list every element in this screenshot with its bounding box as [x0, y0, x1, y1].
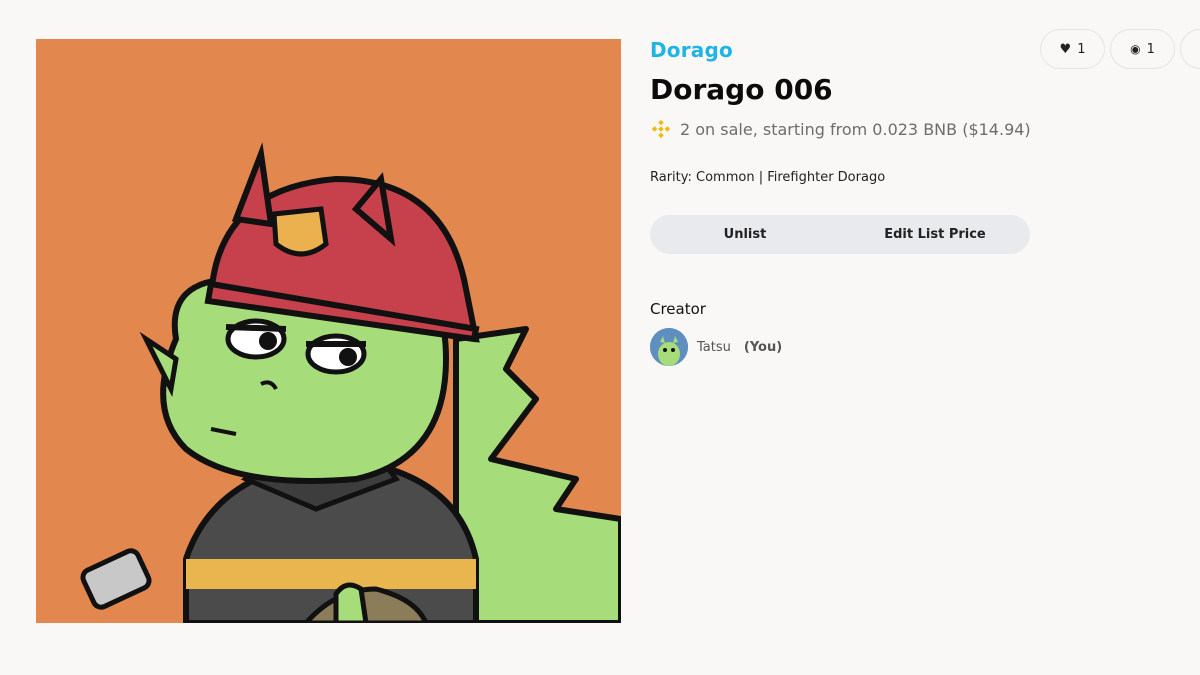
- listing-actions: Unlist Edit List Price: [650, 215, 1030, 254]
- sale-info: 2 on sale, starting from 0.023 BNB ($14.…: [650, 118, 1170, 140]
- creator-heading: Creator: [650, 300, 706, 318]
- creator-name[interactable]: Tatsu: [697, 340, 731, 355]
- creator-you-label: (You): [743, 339, 783, 355]
- collection-link[interactable]: Dorago: [650, 36, 1170, 64]
- bnb-icon: [650, 118, 672, 140]
- dragon-illustration: [80, 142, 621, 623]
- nft-title: Dorago 006: [650, 73, 833, 106]
- edit-list-price-button[interactable]: Edit List Price: [840, 215, 1030, 254]
- nft-info-panel: Dorago Dorago 006 2 on sale, starting fr…: [650, 36, 1170, 366]
- unlist-button[interactable]: Unlist: [650, 215, 840, 254]
- more-options-button[interactable]: [1180, 29, 1200, 69]
- rarity-text: Rarity: Common | Firefighter Dorago: [650, 170, 886, 185]
- avatar[interactable]: [650, 328, 688, 366]
- nft-artwork[interactable]: [36, 39, 621, 623]
- sale-text: 2 on sale, starting from 0.023 BNB ($14.…: [680, 119, 1031, 139]
- creator-row[interactable]: Tatsu (You): [650, 328, 1170, 366]
